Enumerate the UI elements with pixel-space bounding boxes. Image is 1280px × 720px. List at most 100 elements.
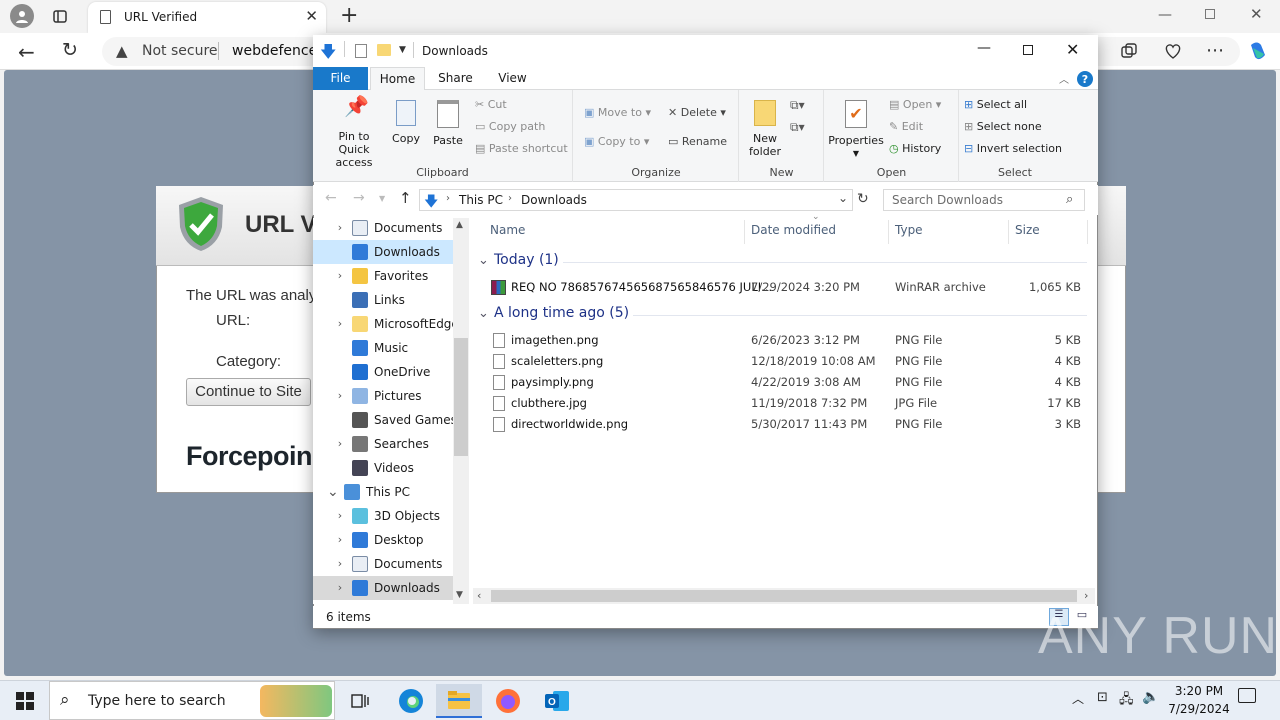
close-window-icon[interactable]: ✕ xyxy=(1250,5,1263,23)
refresh-icon[interactable]: ↻ xyxy=(62,39,78,61)
explorer-maximize-icon[interactable] xyxy=(1023,45,1033,55)
tab-home[interactable]: Home xyxy=(370,67,425,91)
group-header[interactable]: Today (1) xyxy=(494,252,559,268)
chevron-right-icon[interactable]: › xyxy=(335,216,345,240)
file-row[interactable]: paysimply.png 4/22/2019 3:08 AM PNG File 4 … xyxy=(485,372,1085,393)
file-row[interactable]: REQ NO 786857674565687565846576 JULI... 7… xyxy=(485,277,1085,298)
nav-item[interactable]: › Pictures xyxy=(313,384,453,408)
tab-actions-icon[interactable] xyxy=(50,7,70,25)
browser-essentials-icon[interactable] xyxy=(1162,41,1184,61)
nav-item[interactable]: › Downloads xyxy=(313,576,453,600)
cut-button[interactable]: ✂ Cut xyxy=(475,98,507,111)
edge-taskbar-icon[interactable] xyxy=(388,684,434,718)
nav-item[interactable]: Videos xyxy=(313,456,453,480)
customize-dropdown-icon[interactable]: ▼ xyxy=(399,45,406,55)
chevron-right-icon[interactable]: › xyxy=(335,432,345,456)
nav-item[interactable]: › Desktop xyxy=(313,528,453,552)
invert-selection-button[interactable]: ⊟ Invert selection xyxy=(964,142,1062,155)
chevron-right-icon[interactable]: › xyxy=(335,384,345,408)
show-hidden-icons-icon[interactable]: ︿ xyxy=(1072,690,1084,707)
nav-item[interactable]: › Favorites xyxy=(313,264,453,288)
file-row[interactable]: directworldwide.png 5/30/2017 11:43 PM PNG… xyxy=(485,414,1085,435)
minimize-icon[interactable]: — xyxy=(1158,7,1172,23)
column-type[interactable]: Type xyxy=(895,224,923,244)
file-explorer-taskbar-icon[interactable] xyxy=(436,684,482,718)
up-arrow-icon[interactable]: ↑ xyxy=(399,189,412,207)
quick-access-down-icon[interactable]: 🡇 xyxy=(320,41,336,68)
select-all-button[interactable]: ⊞ Select all xyxy=(964,98,1027,111)
move-to-button[interactable]: ▣ Move to ▾ xyxy=(584,106,651,119)
continue-to-site-button[interactable]: Continue to Site xyxy=(186,378,311,406)
new-tab-icon[interactable]: + xyxy=(340,3,358,28)
nav-item[interactable]: Downloads xyxy=(313,240,453,264)
breadcrumb-this-pc[interactable]: This PC xyxy=(459,193,503,207)
outlook-taskbar-icon[interactable]: O xyxy=(534,684,580,718)
column-date-modified[interactable]: Date modified xyxy=(751,224,836,244)
more-options-icon[interactable]: ⋯ xyxy=(1206,40,1224,61)
group-collapse-chevron-icon[interactable]: ⌄ xyxy=(478,253,489,268)
file-list-hscrollbar[interactable]: ‹ › xyxy=(473,588,1095,604)
profile-icon[interactable] xyxy=(10,4,34,28)
properties-button[interactable]: ✔ Properties ▼ xyxy=(827,100,885,160)
copy-to-button[interactable]: ▣ Copy to ▾ xyxy=(584,135,649,148)
firefox-taskbar-icon[interactable] xyxy=(485,684,531,718)
chevron-right-icon[interactable]: › xyxy=(335,576,345,600)
clock-date[interactable]: 7/29/2024 xyxy=(1166,702,1232,716)
nav-scroll-thumb[interactable] xyxy=(454,338,468,456)
history-button[interactable]: ◷ History xyxy=(889,142,941,155)
restore-icon[interactable] xyxy=(1205,9,1215,19)
file-row[interactable]: imagethen.png 6/26/2023 3:12 PM PNG File 5 … xyxy=(485,330,1085,351)
nav-scrollbar[interactable]: ▲ ▼ xyxy=(453,218,469,604)
new-folder-button[interactable]: New folder xyxy=(745,100,785,158)
help-icon[interactable]: ? xyxy=(1077,71,1093,87)
column-size[interactable]: Size xyxy=(1015,224,1040,244)
notifications-icon[interactable] xyxy=(1238,688,1256,703)
nav-item[interactable]: › 3D Objects xyxy=(313,504,453,528)
chevron-right-icon[interactable]: › xyxy=(335,528,345,552)
copilot-icon[interactable] xyxy=(1246,40,1270,62)
back-icon[interactable]: ← xyxy=(18,40,35,64)
taskbar-search-box[interactable]: ⌕ Type here to search xyxy=(49,681,335,720)
copy-path-button[interactable]: ▭ Copy path xyxy=(475,120,545,133)
breadcrumb-downloads[interactable]: Downloads xyxy=(521,193,587,207)
hscroll-thumb[interactable] xyxy=(491,590,1077,602)
new-item-icon[interactable]: ⧉▾ xyxy=(790,98,805,113)
collapse-ribbon-icon[interactable]: ︿ xyxy=(1059,71,1069,86)
nav-item[interactable]: › MicrosoftEdge xyxy=(313,312,459,336)
group-collapse-chevron-icon[interactable]: ⌄ xyxy=(478,306,489,321)
pin-to-quick-access-button[interactable]: 📌 Pin to Quick access xyxy=(318,96,390,169)
copy-button[interactable]: Copy xyxy=(390,100,422,145)
properties-check-icon[interactable] xyxy=(355,44,367,58)
network-icon[interactable]: 🖧 xyxy=(1119,690,1134,712)
explorer-minimize-icon[interactable]: — xyxy=(977,40,991,56)
explorer-close-icon[interactable]: ✕ xyxy=(1066,40,1079,59)
tab-share[interactable]: Share xyxy=(428,67,483,90)
nav-item[interactable]: › Documents xyxy=(313,552,453,576)
nav-item[interactable]: › Documents xyxy=(313,216,453,240)
forward-arrow-icon[interactable]: → xyxy=(353,190,365,206)
nav-item[interactable]: ⌄ This PC xyxy=(313,480,453,504)
clock-time[interactable]: 3:20 PM xyxy=(1174,684,1224,698)
group-header[interactable]: A long time ago (5) xyxy=(494,305,629,321)
volume-icon[interactable]: 🔈 xyxy=(1142,689,1159,705)
recent-dropdown-icon[interactable]: ▼ xyxy=(379,194,385,203)
nav-item[interactable]: Links xyxy=(313,288,453,312)
chevron-right-icon[interactable]: › xyxy=(335,504,345,528)
meet-now-icon[interactable]: ⊡ xyxy=(1097,690,1108,705)
easy-access-icon[interactable]: ⧉▾ xyxy=(790,120,805,135)
delete-button[interactable]: ✕ Delete ▾ xyxy=(668,106,726,119)
tab-view[interactable]: View xyxy=(485,67,540,90)
nav-item[interactable]: OneDrive xyxy=(313,360,453,384)
nav-item[interactable]: Saved Games xyxy=(313,408,457,432)
browser-tab[interactable]: URL Verified ✕ xyxy=(88,2,326,33)
collections-icon[interactable] xyxy=(1118,41,1140,61)
tab-file[interactable]: File xyxy=(313,67,368,90)
chevron-right-icon[interactable]: › xyxy=(335,264,345,288)
chevron-right-icon[interactable]: › xyxy=(335,552,345,576)
paste-shortcut-button[interactable]: ▤ Paste shortcut xyxy=(475,142,568,155)
file-row[interactable]: clubthere.jpg 11/19/2018 7:32 PM JPG File 1… xyxy=(485,393,1085,414)
refresh-location-icon[interactable]: ↻ xyxy=(857,191,869,207)
column-name[interactable]: Name xyxy=(490,224,525,244)
new-folder-quick-icon[interactable] xyxy=(377,44,391,56)
back-arrow-icon[interactable]: ← xyxy=(325,190,337,206)
